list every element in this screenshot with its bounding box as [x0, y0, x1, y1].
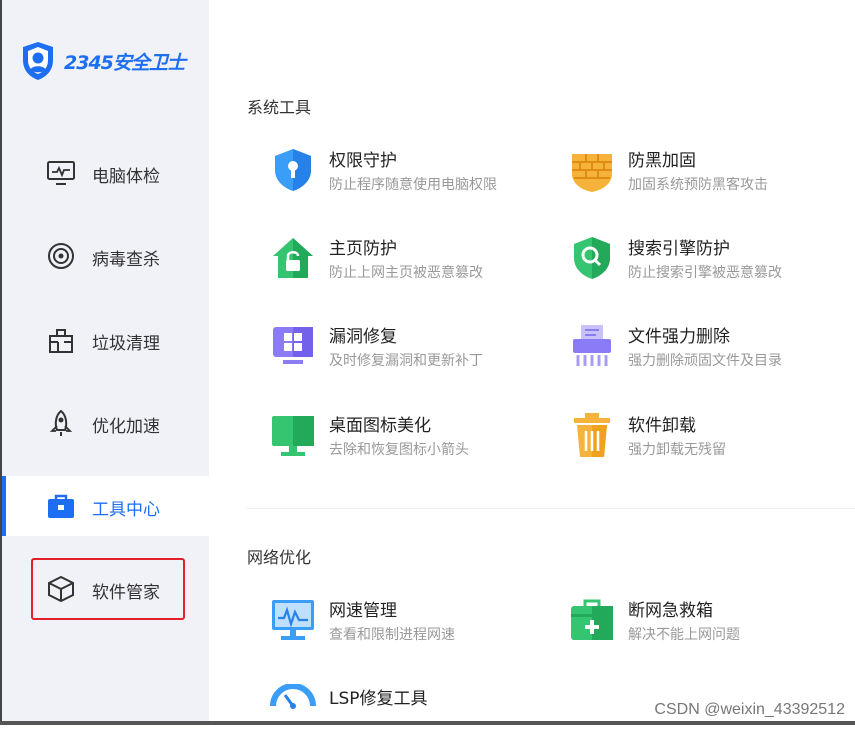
sidebar-item-computer-checkup[interactable]: 电脑体检: [2, 143, 209, 203]
target-icon: [48, 243, 74, 269]
bottom-border: [0, 721, 855, 725]
tool-desc: 解决不能上网问题: [628, 627, 740, 643]
first-aid-icon: [571, 599, 613, 640]
section-divider: [247, 508, 855, 509]
tool-desc: 强力删除顽固文件及目录: [628, 353, 782, 369]
tool-name: 搜索引擎防护: [628, 239, 730, 259]
shredder-icon: [573, 325, 611, 366]
sidebar-item-tool-center[interactable]: 工具中心: [2, 476, 209, 536]
tool-vulnerability-fix[interactable]: 漏洞修复 及时修复漏洞和更新补丁: [247, 322, 547, 386]
tool-desc: 防止上网主页被恶意篡改: [329, 265, 483, 281]
sidebar-item-optimize-speed[interactable]: 优化加速: [2, 393, 209, 453]
speed-monitor-icon: [272, 600, 314, 640]
highlight-annotation-box: [31, 558, 185, 620]
tool-name: 网速管理: [329, 601, 397, 621]
tool-desc: 强力卸载无残留: [628, 442, 726, 458]
rocket-icon: [49, 409, 73, 436]
sidebar-item-junk-cleanup[interactable]: 垃圾清理: [2, 310, 209, 370]
tool-software-uninstall[interactable]: 软件卸载 强力卸载无残留: [546, 411, 846, 475]
tool-name: 桌面图标美化: [329, 416, 431, 436]
tool-anti-hacker[interactable]: 防黑加固 加固系统预防黑客攻击: [546, 146, 846, 210]
section-title-system-tools: 系统工具: [247, 98, 312, 117]
tool-search-engine-protect[interactable]: 搜索引擎防护 防止搜索引擎被恶意篡改: [546, 234, 846, 298]
app-logo-text: 2345安全卫士: [64, 51, 186, 74]
tool-name: 断网急救箱: [628, 601, 713, 621]
section-title-network-optimize: 网络优化: [247, 548, 312, 567]
home-lock-icon: [273, 238, 313, 278]
shield-key-icon: [275, 149, 311, 191]
toolbox-icon: [48, 494, 74, 518]
tool-desc: 查看和限制进程网速: [329, 627, 455, 643]
shield-logo-icon: [23, 42, 53, 80]
tool-center-panel: 系统工具 权限守护 防止程序随意使用电脑权限 防黑加固 加固系统预防黑客攻击 主…: [207, 0, 855, 725]
desktop-icon: [272, 416, 314, 456]
watermark-text: CSDN @weixin_43392512: [654, 701, 845, 718]
tool-name: 主页防护: [329, 239, 397, 259]
sidebar-item-label: 病毒查杀: [92, 250, 160, 270]
brick-wall-icon: [572, 154, 612, 192]
sidebar-item-label: 垃圾清理: [92, 334, 160, 354]
tool-desc: 去除和恢复图标小箭头: [329, 442, 469, 458]
tool-name: 权限守护: [329, 151, 397, 171]
tool-homepage-protect[interactable]: 主页防护 防止上网主页被恶意篡改: [247, 234, 547, 298]
sidebar-item-label: 优化加速: [92, 417, 160, 437]
tool-desc: 防止程序随意使用电脑权限: [329, 177, 497, 193]
bin-icon: [574, 413, 610, 457]
tool-name: 防黑加固: [628, 151, 696, 171]
tool-name: 文件强力删除: [628, 327, 730, 347]
tool-network-first-aid[interactable]: 断网急救箱 解决不能上网问题: [546, 596, 846, 660]
monitor-icon: [47, 161, 75, 185]
tool-desktop-icon-beautify[interactable]: 桌面图标美化 去除和恢复图标小箭头: [247, 411, 547, 475]
tool-desc: 及时修复漏洞和更新补丁: [329, 353, 483, 369]
app-logo: 2345安全卫士: [20, 40, 186, 82]
sidebar-item-virus-scan[interactable]: 病毒查杀: [2, 226, 209, 286]
tool-desc: 防止搜索引擎被恶意篡改: [628, 265, 782, 281]
tool-name: 软件卸载: [628, 416, 696, 436]
tool-file-shred[interactable]: 文件强力删除 强力删除顽固文件及目录: [546, 322, 846, 386]
trash-bag-icon: [49, 329, 73, 353]
sidebar-item-label: 电脑体检: [92, 167, 160, 187]
sidebar-item-label: 工具中心: [92, 500, 160, 520]
tool-permission-guard[interactable]: 权限守护 防止程序随意使用电脑权限: [247, 146, 547, 210]
sidebar: 2345安全卫士 电脑体检 病毒查杀 垃圾清理 优化加速 工具中心 软件管家: [0, 0, 209, 725]
search-shield-icon: [574, 237, 610, 279]
tool-name: 漏洞修复: [329, 327, 397, 347]
tool-network-speed-manage[interactable]: 网速管理 查看和限制进程网速: [247, 596, 547, 660]
windows-icon: [273, 327, 313, 364]
tool-lsp-repair[interactable]: LSP修复工具: [247, 684, 547, 748]
tool-desc: 加固系统预防黑客攻击: [628, 177, 768, 193]
tool-name: LSP修复工具: [329, 689, 428, 709]
